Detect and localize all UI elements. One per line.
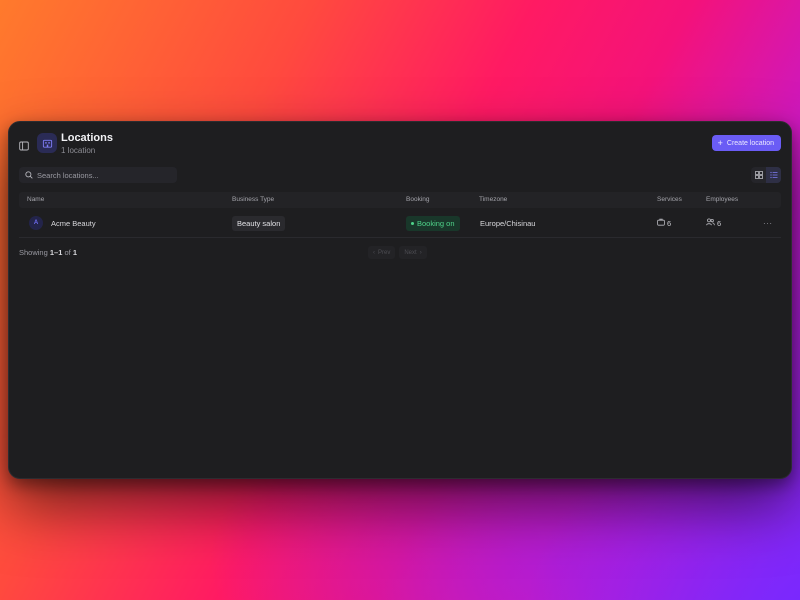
- column-header-business-type[interactable]: Business Type: [232, 196, 274, 203]
- chevron-right-icon: ›: [419, 249, 422, 256]
- locations-table: Name Business Type Booking Timezone Serv…: [19, 192, 781, 238]
- column-header-services[interactable]: Services: [657, 196, 682, 203]
- more-options-icon[interactable]: ···: [763, 219, 773, 228]
- search-input[interactable]: [37, 170, 167, 180]
- view-toggle: [751, 167, 781, 183]
- building-icon: [37, 133, 57, 153]
- next-page-button[interactable]: Next ›: [399, 246, 427, 259]
- app-window: Locations 1 location + Create location N…: [8, 121, 792, 479]
- column-header-name[interactable]: Name: [27, 196, 44, 203]
- create-location-button[interactable]: + Create location: [711, 135, 781, 151]
- prev-page-button[interactable]: ‹ Prev: [368, 246, 396, 259]
- list-icon: [769, 167, 778, 183]
- pagination-summary: Showing 1–1 of 1: [19, 248, 77, 257]
- services-cell: 6: [657, 208, 671, 238]
- of-label: of: [64, 248, 71, 257]
- briefcase-icon: [657, 218, 665, 228]
- services-count: 6: [667, 218, 672, 228]
- booking-status-badge: Booking on: [406, 215, 460, 231]
- row-actions-cell: ···: [763, 208, 773, 238]
- list-view-button[interactable]: [766, 167, 781, 183]
- prev-label: Prev: [378, 249, 391, 256]
- search-icon: [25, 166, 33, 184]
- column-header-employees[interactable]: Employees: [706, 196, 738, 203]
- employees-count: 6: [717, 218, 722, 228]
- page-title: Locations: [61, 132, 113, 144]
- page-header: Locations 1 location + Create location: [9, 122, 791, 164]
- column-header-booking[interactable]: Booking: [406, 196, 430, 203]
- plus-icon: +: [717, 137, 723, 148]
- avatar: A: [29, 216, 43, 230]
- table-row[interactable]: A Acme Beauty Beauty salon Booking on Eu…: [19, 208, 781, 238]
- employees-cell: 6: [706, 208, 721, 238]
- total-count: 1: [72, 248, 78, 257]
- location-name[interactable]: Acme Beauty: [51, 219, 96, 228]
- users-icon: [706, 218, 715, 228]
- pagination-controls: ‹ Prev Next ›: [368, 246, 427, 259]
- location-count: 1 location: [61, 146, 96, 155]
- column-header-timezone[interactable]: Timezone: [479, 196, 507, 203]
- grid-icon: [754, 167, 763, 183]
- status-dot-icon: [411, 221, 414, 225]
- location-name-cell: A Acme Beauty: [29, 208, 96, 238]
- business-type-badge: Beauty salon: [232, 215, 286, 231]
- search-box: [19, 167, 177, 183]
- timezone-cell: Europe/Chisinau: [480, 218, 536, 228]
- sidebar-toggle-icon[interactable]: [19, 138, 29, 151]
- next-label: Next: [404, 249, 417, 256]
- showing-range: 1–1: [49, 248, 63, 257]
- grid-view-button[interactable]: [751, 167, 766, 183]
- booking-status-label: Booking on: [417, 218, 455, 228]
- create-location-label: Create location: [726, 139, 774, 147]
- table-header: Name Business Type Booking Timezone Serv…: [19, 192, 781, 208]
- business-type-cell: Beauty salon: [232, 208, 286, 238]
- chevron-left-icon: ‹: [373, 249, 375, 256]
- showing-label: Showing: [19, 248, 48, 257]
- booking-cell: Booking on: [406, 208, 460, 238]
